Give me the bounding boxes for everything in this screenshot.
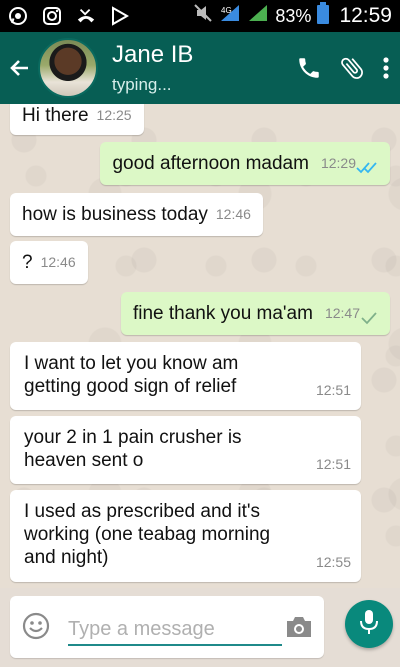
- system-status: 4G 83% 12:59: [193, 2, 392, 30]
- play-store-icon: [110, 6, 130, 26]
- compose-box: [10, 596, 324, 658]
- message-time: 12:25: [96, 107, 132, 123]
- header-actions: [296, 54, 390, 82]
- message-outgoing[interactable]: fine thank you ma'am 12:47: [120, 292, 390, 335]
- message-text: Hi there: [22, 105, 89, 126]
- phone-icon[interactable]: [296, 55, 322, 81]
- mic-icon: [359, 609, 379, 640]
- svg-text:4G: 4G: [221, 6, 232, 15]
- message-text: your 2 in 1 pain crusher is heaven sent …: [24, 427, 242, 471]
- emoji-icon[interactable]: [22, 612, 50, 645]
- double-check-icon: [356, 161, 378, 175]
- message-text: fine thank you ma'am: [132, 303, 313, 324]
- message-time: 12:51: [315, 456, 351, 472]
- battery-icon: [317, 2, 330, 30]
- chat-header: Jane IB typing...: [0, 32, 400, 104]
- attach-icon[interactable]: [338, 54, 366, 82]
- camera-icon[interactable]: [284, 614, 314, 645]
- back-arrow-icon[interactable]: [4, 53, 34, 83]
- message-input[interactable]: [68, 614, 282, 646]
- avatar[interactable]: [38, 38, 98, 98]
- battery-percent: 83%: [275, 5, 312, 26]
- message-list[interactable]: Hi there 12:25 good afternoon madam 12:2…: [0, 104, 400, 588]
- message-time: 12:29: [320, 155, 356, 171]
- compose-bar: [0, 588, 400, 667]
- notification-icons: [8, 6, 130, 26]
- missed-call-icon: [76, 6, 96, 26]
- message-text: how is business today: [22, 204, 208, 225]
- message-text: good afternoon madam: [112, 153, 309, 174]
- whatsapp-icon: [8, 6, 28, 26]
- message-incoming[interactable]: how is business today 12:46: [10, 193, 263, 236]
- status-bar: 4G 83% 12:59: [0, 0, 400, 32]
- message-outgoing[interactable]: good afternoon madam 12:29: [100, 142, 390, 185]
- mute-icon: [193, 3, 213, 29]
- message-text: I want to let you know am getting good s…: [24, 353, 239, 397]
- message-text: ?: [22, 252, 33, 273]
- mic-button[interactable]: [345, 600, 393, 648]
- message-time: 12:51: [315, 382, 351, 398]
- contact-status: typing...: [112, 75, 172, 94]
- message-time: 12:46: [40, 254, 76, 270]
- message-incoming[interactable]: ? 12:46: [10, 241, 88, 284]
- message-incoming[interactable]: your 2 in 1 pain crusher is heaven sent …: [10, 416, 361, 484]
- message-incoming[interactable]: I used as prescribed and it's working (o…: [10, 490, 361, 582]
- message-time: 12:47: [324, 305, 360, 321]
- more-icon[interactable]: [382, 56, 390, 80]
- single-check-icon: [360, 311, 378, 325]
- message-incoming[interactable]: Hi there 12:25: [10, 104, 144, 135]
- message-time: 12:55: [315, 554, 351, 570]
- message-time: 12:46: [215, 206, 251, 222]
- message-incoming[interactable]: I want to let you know am getting good s…: [10, 342, 361, 410]
- message-text: I used as prescribed and it's working (o…: [24, 501, 271, 568]
- contact-info[interactable]: Jane IB typing...: [112, 41, 296, 95]
- instagram-icon: [42, 6, 62, 26]
- contact-name: Jane IB: [112, 41, 194, 68]
- clock: 12:59: [339, 4, 392, 27]
- signal-icon: [247, 3, 269, 29]
- signal-icon: 4G: [219, 3, 241, 29]
